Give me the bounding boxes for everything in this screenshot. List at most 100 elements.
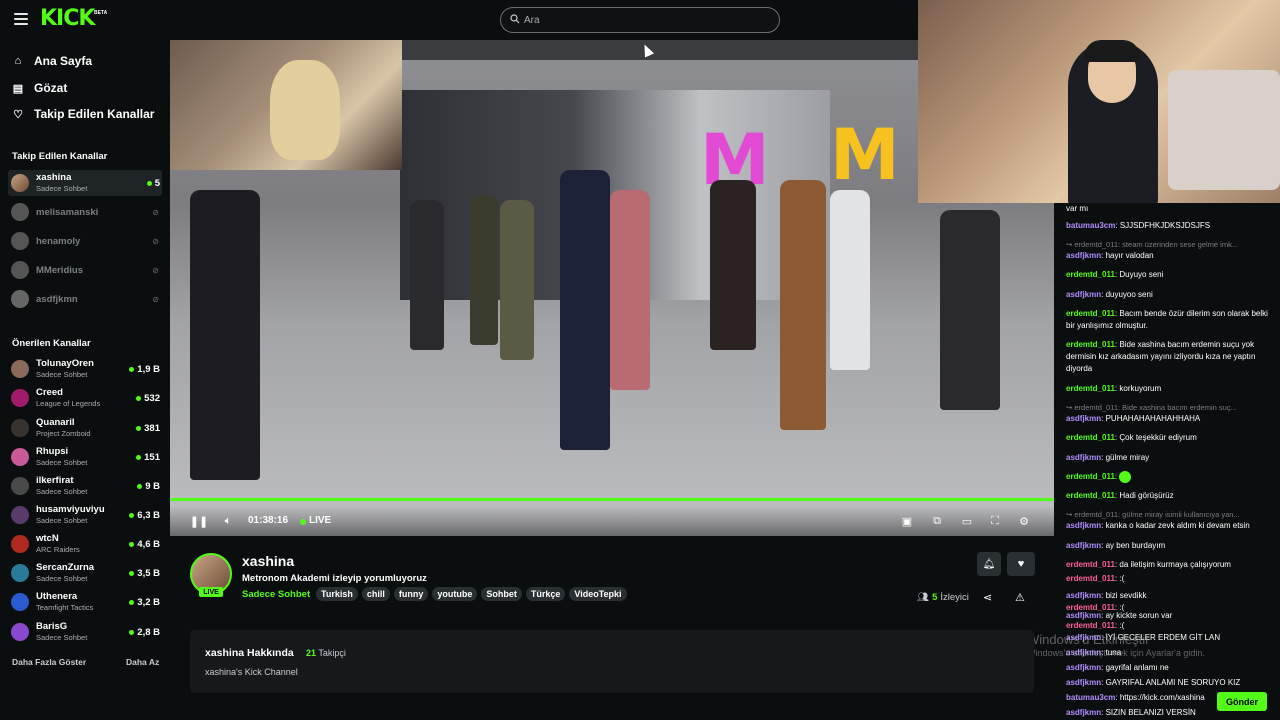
- channel-name: husamviyuviyu: [36, 504, 105, 515]
- recommended-channel[interactable]: husamviyuviyu Sadece Sohbet 6,3 B: [8, 502, 162, 528]
- followed-channel-henamoly[interactable]: henamoly ⊘: [8, 228, 162, 254]
- chat-username[interactable]: asdfjkmn: [1066, 591, 1101, 600]
- avatar: [11, 419, 29, 437]
- chat-username[interactable]: asdfjkmn: [1066, 611, 1101, 620]
- follower-count-value: 21: [306, 648, 317, 658]
- sidebar: ⌂ Ana Sayfa ▤ Gözat ♡ Takip Edilen Kanal…: [0, 40, 170, 720]
- settings-icon[interactable]: ⚙: [1017, 514, 1031, 528]
- followed-channel-melisamanski[interactable]: melisamanski ⊘: [8, 199, 162, 225]
- progress-bar[interactable]: [170, 498, 1054, 501]
- channel-category: Sadece Sohbet: [36, 574, 88, 583]
- channel-name: Rhupsi: [36, 446, 69, 457]
- show-more-link[interactable]: Daha Fazla Göster: [12, 657, 86, 667]
- share-icon[interactable]: ⋖: [983, 591, 992, 604]
- chat-reply-preview[interactable]: ↪ erdemtd_011: Bide xashina bacım erdemi…: [1066, 403, 1276, 412]
- channel-name: ilkerfirat: [36, 475, 74, 486]
- chat-text: duyuyoo seni: [1105, 290, 1153, 299]
- chat-username[interactable]: asdfjkmn: [1066, 453, 1101, 462]
- tag[interactable]: chill: [361, 587, 390, 601]
- notification-bell-button[interactable]: 🔔︎: [977, 552, 1001, 576]
- theater-mode-icon[interactable]: ▭: [959, 514, 975, 528]
- show-less-link[interactable]: Daha Az: [126, 657, 159, 667]
- pause-icon[interactable]: ❚❚: [190, 514, 208, 528]
- chat-username[interactable]: asdfjkmn: [1066, 678, 1101, 687]
- live-dot: [300, 519, 306, 525]
- search-input[interactable]: Ara: [500, 7, 780, 33]
- chat-username[interactable]: asdfjkmn: [1066, 414, 1101, 423]
- chat-username[interactable]: erdemtd_011: [1066, 433, 1115, 442]
- avatar: [11, 477, 29, 495]
- recommended-channel[interactable]: wtcN ARC Raiders 4,6 B: [8, 531, 162, 557]
- avatar: [11, 232, 29, 250]
- live-indicator[interactable]: LIVE: [309, 515, 331, 526]
- tag[interactable]: Sohbet: [481, 587, 522, 601]
- chat-username[interactable]: erdemtd_011: [1066, 621, 1115, 630]
- volume-icon[interactable]: 🔈︎: [220, 514, 236, 528]
- chat-username[interactable]: batumau3cm: [1066, 693, 1115, 702]
- channel-name: TolunayOren: [36, 358, 94, 369]
- recommended-channel[interactable]: Rhupsi Sadece Sohbet 151: [8, 444, 162, 470]
- nav-following[interactable]: ♡ Takip Edilen Kanallar: [12, 104, 154, 124]
- send-button[interactable]: Gönder: [1217, 692, 1267, 711]
- live-dot: [129, 599, 135, 605]
- stream-category[interactable]: Sadece Sohbet: [242, 589, 310, 600]
- tag[interactable]: funny: [393, 587, 429, 601]
- kick-logo[interactable]: KICK: [40, 8, 95, 30]
- recommended-channel[interactable]: ilkerfirat Sadece Sohbet 9 B: [8, 473, 162, 499]
- followed-channel-mmeridius[interactable]: MMeridius ⊘: [8, 257, 162, 283]
- avatar: [11, 593, 29, 611]
- mini-player-icon[interactable]: ▣: [900, 514, 914, 528]
- tag[interactable]: youtube: [432, 587, 478, 601]
- nav-home[interactable]: ⌂ Ana Sayfa: [12, 51, 92, 71]
- recommended-channel[interactable]: Quanaril Project Zomboid 381: [8, 415, 162, 441]
- recommended-channel[interactable]: Creed League of Legends 532: [8, 385, 162, 411]
- channel-name: Quanaril: [36, 417, 75, 428]
- about-description: xashina's Kick Channel: [205, 667, 298, 677]
- chat-text: PUHAHAHAHAHAHHAHA: [1105, 414, 1201, 423]
- streamer-name[interactable]: xashina: [242, 553, 294, 569]
- chat-username[interactable]: erdemtd_011: [1066, 574, 1115, 583]
- recommended-channel[interactable]: BarisG Sadece Sohbet 2,8 B: [8, 619, 162, 645]
- chat-username[interactable]: erdemtd_011: [1066, 491, 1115, 500]
- live-dot: [129, 366, 135, 372]
- recommended-channel[interactable]: TolunayOren Sadece Sohbet 1,9 B: [8, 356, 162, 382]
- chat-username[interactable]: erdemtd_011: [1066, 270, 1115, 279]
- recommended-channel[interactable]: SercanZurna Sadece Sohbet 3,5 B: [8, 560, 162, 586]
- tag[interactable]: VideoTepki: [569, 587, 627, 601]
- menu-icon[interactable]: [14, 13, 28, 25]
- chat-message: erdemtd_011:: [1066, 471, 1276, 483]
- live-dot: [129, 541, 135, 547]
- chat-username[interactable]: erdemtd_011: [1066, 309, 1115, 318]
- live-dot: [129, 629, 135, 635]
- chat-username[interactable]: asdfjkmn: [1066, 521, 1101, 530]
- chat-username[interactable]: erdemtd_011: [1066, 384, 1115, 393]
- offline-icon: ⊘: [152, 265, 159, 275]
- nav-browse[interactable]: ▤ Gözat: [12, 78, 68, 98]
- chat-username[interactable]: batumau3cm: [1066, 221, 1115, 230]
- viewer-count-value: 381: [144, 422, 160, 434]
- live-dot: [129, 512, 135, 518]
- video-dancer: [710, 180, 756, 350]
- recommended-channel[interactable]: Uthenera Teamfight Tactics 3,2 B: [8, 589, 162, 615]
- channel-category: League of Legends: [36, 399, 101, 408]
- chat-username[interactable]: asdfjkmn: [1066, 708, 1101, 717]
- chat-username[interactable]: erdemtd_011: [1066, 472, 1115, 481]
- chat-reply-preview[interactable]: ↪ erdemtd_011: gülme miray isimli kullan…: [1066, 510, 1276, 519]
- chat-username[interactable]: erdemtd_011: [1066, 340, 1115, 349]
- chat-username[interactable]: asdfjkmn: [1066, 290, 1101, 299]
- about-section: xashina Hakkında 21 Takipçi xashina's Ki…: [190, 630, 1034, 693]
- clip-icon[interactable]: ⧉: [929, 514, 945, 528]
- chat-username[interactable]: asdfjkmn: [1066, 251, 1101, 260]
- followed-channel-asdfjkmn[interactable]: asdfjkmn ⊘: [8, 286, 162, 312]
- chat-username[interactable]: erdemtd_011: [1066, 560, 1115, 569]
- tag[interactable]: Turkish: [316, 587, 358, 601]
- chat-username[interactable]: asdfjkmn: [1066, 663, 1101, 672]
- follow-heart-button[interactable]: ♥: [1007, 552, 1035, 576]
- chat-username[interactable]: asdfjkmn: [1066, 541, 1101, 550]
- report-icon[interactable]: ⚠: [1015, 591, 1025, 604]
- tag[interactable]: Türkçe: [525, 587, 566, 601]
- fullscreen-icon[interactable]: ⛶: [988, 514, 1002, 528]
- followed-channel-xashina[interactable]: xashina Sadece Sohbet 5: [8, 170, 162, 196]
- chat-reply-preview[interactable]: ↪ erdemtd_011: steam üzerinden sese gelm…: [1066, 240, 1276, 249]
- chat-text: gülme miray: [1105, 453, 1150, 462]
